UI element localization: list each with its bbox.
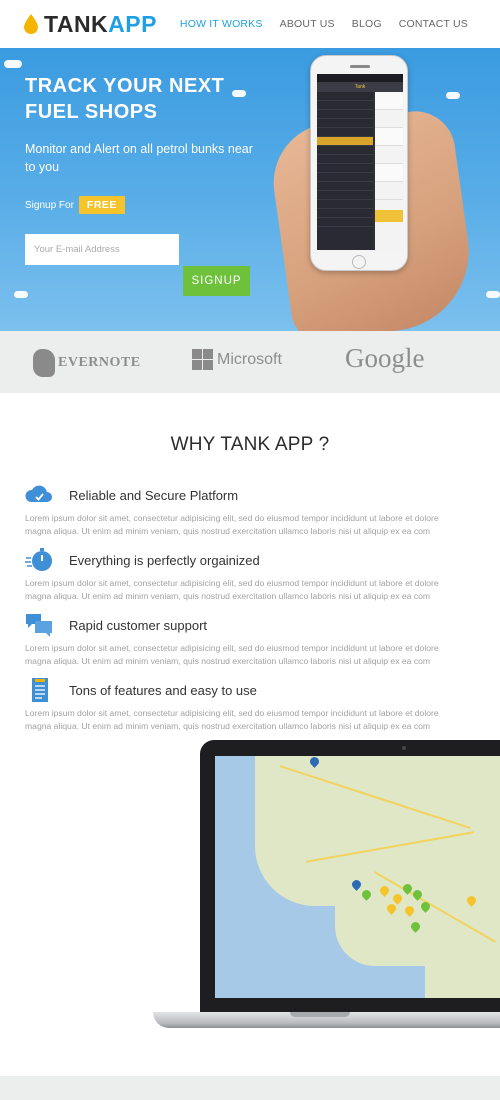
- evernote-logo: EVERNOTE: [33, 349, 141, 377]
- free-badge: FREE: [78, 196, 125, 214]
- nav-how-it-works[interactable]: HOW IT WORKS: [180, 18, 263, 30]
- microsoft-logo: Microsoft: [192, 349, 282, 370]
- phone-image: Tank: [310, 55, 408, 271]
- cloud-icon: [14, 291, 28, 298]
- cloud-icon: [25, 485, 52, 502]
- phone-filter-panel: [317, 92, 373, 250]
- nav-contact-us[interactable]: CONTACT US: [399, 18, 468, 30]
- email-input[interactable]: [25, 234, 179, 265]
- logo-text-app: APP: [108, 10, 157, 37]
- document-icon: [32, 678, 48, 702]
- logo-text-tank: TANK: [44, 10, 109, 37]
- page: TANKAPP HOW IT WORKS ABOUT US BLOG CONTA…: [0, 0, 500, 1100]
- feature-text: Lorem ipsum dolor sit amet, consectetur …: [25, 708, 439, 731]
- main-nav: HOW IT WORKS ABOUT US BLOG CONTACT US: [180, 18, 468, 30]
- nav-about-us[interactable]: ABOUT US: [280, 18, 335, 30]
- laptop-image: [200, 740, 500, 1012]
- map-screenshot: [215, 756, 500, 998]
- phone-result-list: [375, 92, 403, 250]
- elephant-icon: [33, 349, 55, 377]
- feature-item: Tons of features and easy to use Lorem i…: [25, 677, 480, 733]
- laptop-camera: [402, 746, 406, 750]
- phone-status-bar: [317, 74, 403, 82]
- laptop-notch: [290, 1012, 350, 1017]
- chat-bubbles-icon: [26, 614, 52, 637]
- feature-item: Rapid customer support Lorem ipsum dolor…: [25, 612, 480, 668]
- stopwatch-icon: [25, 548, 52, 571]
- partner-logos: EVERNOTE Microsoft Google: [0, 331, 500, 393]
- google-logo: Google: [345, 343, 424, 374]
- header: TANKAPP HOW IT WORKS ABOUT US BLOG CONTA…: [0, 0, 500, 48]
- phone-home-button: [352, 255, 366, 269]
- feature-item: Everything is perfectly orgainized Lorem…: [25, 547, 480, 603]
- microsoft-wordmark: Microsoft: [217, 350, 282, 368]
- feature-title: Everything is perfectly orgainized: [69, 552, 260, 568]
- hero-title: TRACK YOUR NEXT FUEL SHOPS: [25, 75, 225, 123]
- cloud-icon: [486, 291, 500, 298]
- signup-for-row: Signup For FREE: [25, 196, 125, 214]
- feature-text: Lorem ipsum dolor sit amet, consectetur …: [25, 513, 439, 536]
- signup-for-label: Signup For: [25, 199, 74, 211]
- footer-strip: [0, 1076, 500, 1100]
- cloud-icon: [4, 60, 22, 68]
- feature-title: Reliable and Secure Platform: [69, 487, 239, 503]
- google-wordmark: Google: [345, 343, 425, 373]
- phone-screen: Tank: [317, 74, 403, 250]
- feature-text: Lorem ipsum dolor sit amet, consectetur …: [25, 578, 439, 601]
- logo[interactable]: TANKAPP: [24, 10, 157, 38]
- feature-text: Lorem ipsum dolor sit amet, consectetur …: [25, 643, 439, 666]
- signup-button[interactable]: SIGNUP: [183, 266, 250, 296]
- evernote-wordmark: EVERNOTE: [58, 355, 141, 370]
- hero-subtitle: Monitor and Alert on all petrol bunks ne…: [25, 142, 253, 174]
- phone-highlight: [375, 210, 403, 222]
- feature-title: Tons of features and easy to use: [69, 682, 257, 698]
- feature-title: Rapid customer support: [69, 617, 208, 633]
- hero-banner: TRACK YOUR NEXT FUEL SHOPS Monitor and A…: [0, 48, 500, 331]
- phone-speaker: [350, 65, 370, 68]
- nav-blog[interactable]: BLOG: [352, 18, 382, 30]
- why-title: WHY TANK APP ?: [170, 434, 330, 455]
- windows-icon: [192, 349, 213, 370]
- phone-app-title: Tank: [317, 82, 403, 92]
- feature-item: Reliable and Secure Platform Lorem ipsum…: [25, 482, 480, 538]
- fuel-drop-icon: [24, 14, 38, 34]
- cloud-icon: [446, 92, 460, 99]
